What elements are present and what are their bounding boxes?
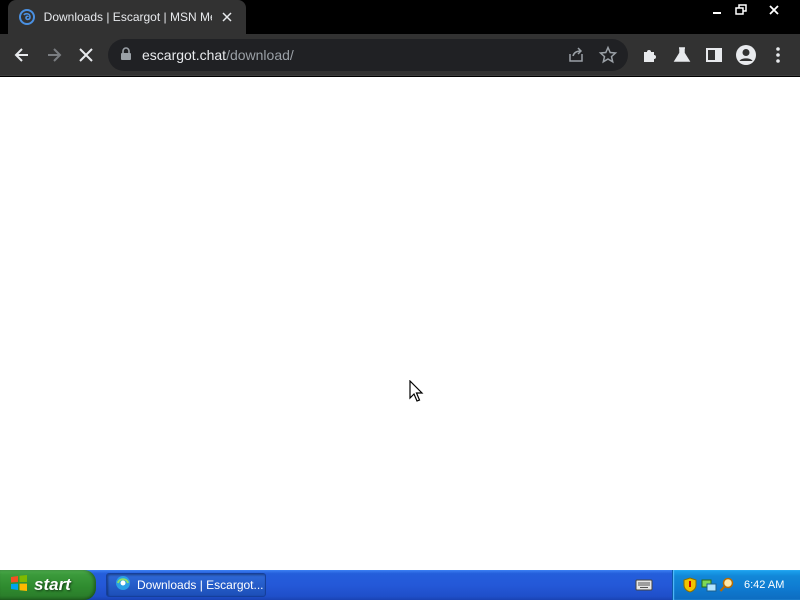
windows-logo-icon (10, 574, 28, 597)
escargot-logo-icon (18, 8, 36, 26)
arrow-right-icon[interactable] (40, 41, 68, 69)
network-icon[interactable] (701, 577, 717, 598)
keyboard-icon[interactable] (635, 578, 653, 597)
flask-icon[interactable] (668, 41, 696, 69)
start-label: start (34, 575, 71, 594)
puzzle-icon[interactable] (636, 41, 664, 69)
browser-app-icon (115, 575, 131, 596)
lock-icon[interactable] (120, 47, 132, 66)
taskbar-item-label: Downloads | Escargot... (137, 578, 264, 592)
taskbar-item-chrome[interactable]: Downloads | Escargot... (106, 573, 266, 597)
start-button[interactable]: start (0, 570, 96, 600)
url-path: /download/ (226, 47, 294, 63)
page-content[interactable] (0, 77, 800, 570)
close-icon[interactable] (753, 0, 795, 20)
share-icon[interactable] (566, 45, 586, 70)
side-panel-icon[interactable] (700, 41, 728, 69)
security-shield-icon[interactable] (683, 577, 697, 598)
kebab-menu-icon[interactable] (764, 41, 792, 69)
clock: 6:42 AM (744, 579, 785, 591)
taskbar: start Downloads | Escargot... 6:42 AM (0, 570, 800, 600)
url-text[interactable]: escargot.chat/download/ (142, 39, 294, 71)
tab-strip: Downloads | Escargot | MSN Messenger (0, 0, 800, 34)
close-tab-icon[interactable] (218, 8, 236, 26)
profile-icon[interactable] (732, 41, 760, 69)
search-icon[interactable] (719, 577, 735, 598)
minimize-icon[interactable] (705, 0, 729, 20)
mouse-cursor-icon (409, 379, 425, 409)
restore-icon[interactable] (729, 0, 753, 20)
tab-title: Downloads | Escargot | MSN Messenger (43, 10, 213, 24)
stop-loading-icon[interactable] (72, 41, 100, 69)
arrow-left-icon[interactable] (8, 41, 36, 69)
url-host: escargot.chat (142, 47, 227, 63)
browser-toolbar: escargot.chat/download/ (0, 34, 800, 76)
star-icon[interactable] (598, 45, 618, 70)
address-bar[interactable]: escargot.chat/download/ (108, 39, 628, 71)
browser-tab[interactable]: Downloads | Escargot | MSN Messenger (8, 0, 246, 34)
system-tray: 6:42 AM (672, 570, 800, 600)
